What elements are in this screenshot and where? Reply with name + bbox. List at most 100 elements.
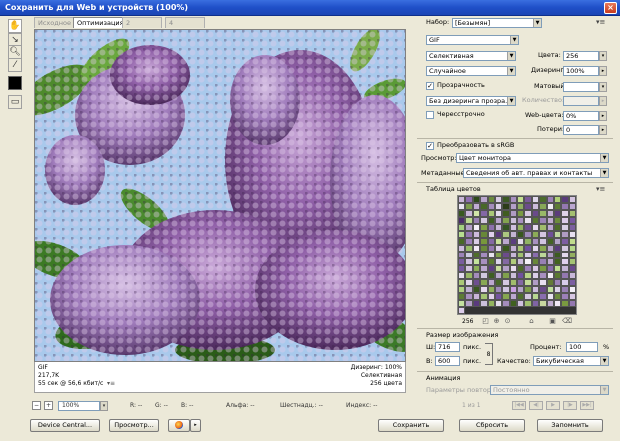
color-swatch[interactable] — [502, 272, 510, 280]
color-swatch[interactable] — [524, 293, 532, 301]
color-swatch[interactable] — [494, 251, 503, 259]
color-swatch[interactable] — [561, 223, 569, 231]
color-swatch[interactable] — [553, 196, 562, 203]
color-swatch[interactable] — [531, 230, 540, 238]
color-swatch[interactable] — [472, 258, 481, 266]
color-swatch[interactable] — [502, 300, 510, 308]
width-field[interactable]: 716 — [435, 342, 460, 352]
color-swatch[interactable] — [561, 293, 569, 301]
color-swatch[interactable] — [472, 244, 481, 252]
color-swatch[interactable] — [465, 237, 473, 245]
color-swatch[interactable] — [517, 230, 525, 238]
color-swatch[interactable] — [524, 251, 532, 259]
color-swatch[interactable] — [539, 223, 547, 231]
color-swatch[interactable] — [546, 196, 554, 203]
color-swatch[interactable] — [494, 272, 503, 280]
color-swatch[interactable] — [568, 230, 576, 238]
color-swatch[interactable] — [502, 258, 510, 266]
color-swatch[interactable] — [494, 293, 503, 301]
color-swatch[interactable] — [487, 230, 495, 238]
color-swatch[interactable] — [568, 251, 576, 259]
color-swatch[interactable] — [568, 265, 576, 273]
color-swatch[interactable] — [472, 230, 481, 238]
color-swatch[interactable] — [509, 196, 517, 203]
color-swatch[interactable] — [568, 244, 576, 252]
color-swatch[interactable] — [472, 272, 481, 280]
color-swatch[interactable] — [561, 265, 569, 273]
color-swatch[interactable] — [517, 216, 525, 224]
color-swatch[interactable] — [480, 209, 488, 217]
color-swatch[interactable] — [524, 209, 532, 217]
color-swatch[interactable] — [494, 244, 503, 252]
color-swatch[interactable] — [539, 196, 547, 203]
color-swatch[interactable] — [509, 216, 517, 224]
color-swatch[interactable] — [472, 223, 481, 231]
device-central-button[interactable]: Device Central... — [30, 419, 100, 432]
color-swatch[interactable] — [561, 258, 569, 266]
trash-icon[interactable]: ⌫ — [562, 317, 572, 326]
color-swatch[interactable] — [472, 251, 481, 259]
color-swatch[interactable] — [568, 223, 576, 231]
color-swatch[interactable] — [561, 286, 569, 294]
color-swatch[interactable] — [487, 196, 495, 203]
color-swatch[interactable] — [524, 300, 532, 308]
color-swatch[interactable] — [539, 265, 547, 273]
color-swatch[interactable] — [480, 216, 488, 224]
color-swatch[interactable] — [502, 223, 510, 231]
color-swatch[interactable] — [553, 230, 562, 238]
color-swatch[interactable] — [487, 223, 495, 231]
color-swatch[interactable] — [568, 196, 576, 203]
color-swatch[interactable] — [509, 300, 517, 308]
zoom-level-field[interactable]: 100% — [58, 401, 100, 411]
color-swatch[interactable] — [480, 293, 488, 301]
color-swatch[interactable] — [561, 237, 569, 245]
color-swatch[interactable] — [458, 230, 466, 238]
color-swatch[interactable] — [561, 244, 569, 252]
colors-field[interactable]: 256 — [563, 51, 599, 61]
color-swatch[interactable] — [509, 223, 517, 231]
color-swatch[interactable] — [472, 286, 481, 294]
color-swatch[interactable] — [546, 300, 554, 308]
info-menu-icon[interactable]: ▾≡ — [107, 380, 115, 387]
color-swatch[interactable] — [531, 272, 540, 280]
color-swatch[interactable] — [509, 293, 517, 301]
color-swatch[interactable] — [546, 237, 554, 245]
color-swatch[interactable] — [539, 251, 547, 259]
color-swatch[interactable] — [517, 251, 525, 259]
color-swatch[interactable] — [487, 265, 495, 273]
color-swatch[interactable] — [546, 286, 554, 294]
color-swatch[interactable] — [465, 209, 473, 217]
color-swatch[interactable] — [561, 196, 569, 203]
eyedropper-tool-icon[interactable]: ⁄ — [8, 58, 22, 72]
color-swatch[interactable] — [487, 293, 495, 301]
color-swatch[interactable] — [561, 300, 569, 308]
color-swatch[interactable] — [465, 223, 473, 231]
color-swatch[interactable] — [458, 272, 466, 280]
constrain-proportions-link-icon[interactable]: 8 — [485, 343, 493, 365]
color-swatch[interactable] — [553, 272, 562, 280]
preview-button[interactable]: Просмотр... — [109, 419, 159, 432]
color-swatch[interactable] — [531, 244, 540, 252]
map-to-web-icon[interactable]: ◰ — [481, 317, 490, 326]
eyedropper-color-swatch[interactable] — [8, 76, 22, 90]
color-swatch[interactable] — [509, 209, 517, 217]
color-swatch[interactable] — [472, 293, 481, 301]
color-swatch[interactable] — [487, 237, 495, 245]
toggle-slices-icon[interactable]: ▭ — [8, 95, 22, 109]
color-swatch[interactable] — [524, 202, 532, 210]
color-swatch[interactable] — [553, 251, 562, 259]
color-swatch[interactable] — [524, 216, 532, 224]
color-swatch[interactable] — [524, 258, 532, 266]
color-swatch[interactable] — [539, 216, 547, 224]
color-swatch[interactable] — [502, 216, 510, 224]
color-swatch[interactable] — [561, 272, 569, 280]
srgb-checkbox[interactable]: ✓ — [426, 142, 434, 150]
color-swatch[interactable] — [509, 230, 517, 238]
color-swatch[interactable] — [458, 265, 466, 273]
color-swatch[interactable] — [524, 237, 532, 245]
color-swatch[interactable] — [539, 258, 547, 266]
color-swatch[interactable] — [524, 272, 532, 280]
color-swatch[interactable] — [546, 230, 554, 238]
color-swatch[interactable] — [494, 196, 503, 203]
websnap-stepper-icon[interactable]: ▸ — [599, 111, 607, 121]
